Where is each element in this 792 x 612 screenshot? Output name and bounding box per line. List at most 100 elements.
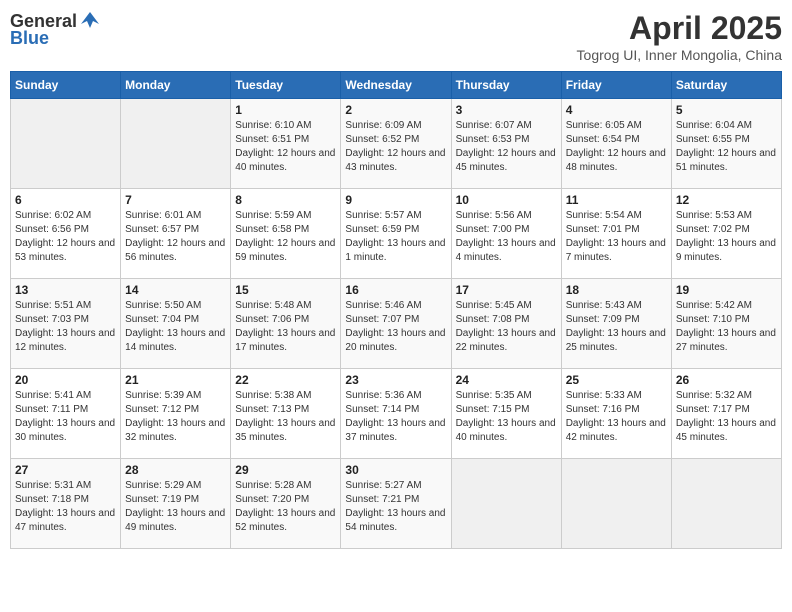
day-info: Sunrise: 5:46 AMSunset: 7:07 PMDaylight:… <box>345 299 446 355</box>
logo-bird-icon <box>79 10 101 32</box>
day-number: 29 <box>235 463 336 477</box>
day-number: 4 <box>566 103 667 117</box>
day-info: Sunrise: 6:02 AMSunset: 6:56 PMDaylight:… <box>15 209 116 265</box>
table-row: 16 Sunrise: 5:46 AMSunset: 7:07 PMDayligh… <box>341 279 451 369</box>
table-row: 12 Sunrise: 5:53 AMSunset: 7:02 PMDayligh… <box>671 189 781 279</box>
table-row: 28 Sunrise: 5:29 AMSunset: 7:19 PMDayligh… <box>121 459 231 549</box>
day-number: 3 <box>456 103 557 117</box>
day-number: 21 <box>125 373 226 387</box>
day-info: Sunrise: 6:07 AMSunset: 6:53 PMDaylight:… <box>456 119 557 175</box>
col-friday: Friday <box>561 72 671 99</box>
day-info: Sunrise: 5:54 AMSunset: 7:01 PMDaylight:… <box>566 209 667 265</box>
calendar-week-row: 13 Sunrise: 5:51 AMSunset: 7:03 PMDayligh… <box>11 279 782 369</box>
table-row: 13 Sunrise: 5:51 AMSunset: 7:03 PMDayligh… <box>11 279 121 369</box>
table-row: 26 Sunrise: 5:32 AMSunset: 7:17 PMDayligh… <box>671 369 781 459</box>
table-row: 24 Sunrise: 5:35 AMSunset: 7:15 PMDayligh… <box>451 369 561 459</box>
day-info: Sunrise: 5:43 AMSunset: 7:09 PMDaylight:… <box>566 299 667 355</box>
day-number: 20 <box>15 373 116 387</box>
day-info: Sunrise: 5:31 AMSunset: 7:18 PMDaylight:… <box>15 479 116 535</box>
table-row: 23 Sunrise: 5:36 AMSunset: 7:14 PMDayligh… <box>341 369 451 459</box>
table-row <box>121 99 231 189</box>
day-info: Sunrise: 5:57 AMSunset: 6:59 PMDaylight:… <box>345 209 446 265</box>
day-number: 18 <box>566 283 667 297</box>
table-row <box>451 459 561 549</box>
day-info: Sunrise: 5:27 AMSunset: 7:21 PMDaylight:… <box>345 479 446 535</box>
day-number: 11 <box>566 193 667 207</box>
col-saturday: Saturday <box>671 72 781 99</box>
table-row <box>561 459 671 549</box>
calendar-week-row: 20 Sunrise: 5:41 AMSunset: 7:11 PMDayligh… <box>11 369 782 459</box>
day-info: Sunrise: 5:50 AMSunset: 7:04 PMDaylight:… <box>125 299 226 355</box>
col-monday: Monday <box>121 72 231 99</box>
day-number: 26 <box>676 373 777 387</box>
logo-blue-text: Blue <box>10 28 49 49</box>
table-row: 4 Sunrise: 6:05 AMSunset: 6:54 PMDaylight… <box>561 99 671 189</box>
day-info: Sunrise: 5:32 AMSunset: 7:17 PMDaylight:… <box>676 389 777 445</box>
day-number: 14 <box>125 283 226 297</box>
table-row: 9Sunrise: 5:57 AMSunset: 6:59 PMDaylight… <box>341 189 451 279</box>
day-number: 23 <box>345 373 446 387</box>
day-number: 19 <box>676 283 777 297</box>
day-number: 30 <box>345 463 446 477</box>
calendar-header-row: Sunday Monday Tuesday Wednesday Thursday… <box>11 72 782 99</box>
logo: General Blue <box>10 10 101 49</box>
day-info: Sunrise: 6:09 AMSunset: 6:52 PMDaylight:… <box>345 119 446 175</box>
page-header: General Blue April 2025 Togrog UI, Inner… <box>10 10 782 63</box>
table-row <box>671 459 781 549</box>
table-row: 14 Sunrise: 5:50 AMSunset: 7:04 PMDayligh… <box>121 279 231 369</box>
day-number: 10 <box>456 193 557 207</box>
day-number: 24 <box>456 373 557 387</box>
table-row: 2 Sunrise: 6:09 AMSunset: 6:52 PMDaylight… <box>341 99 451 189</box>
table-row <box>11 99 121 189</box>
col-wednesday: Wednesday <box>341 72 451 99</box>
table-row: 10Sunrise: 5:56 AMSunset: 7:00 PMDayligh… <box>451 189 561 279</box>
day-info: Sunrise: 5:38 AMSunset: 7:13 PMDaylight:… <box>235 389 336 445</box>
calendar-week-row: 1 Sunrise: 6:10 AMSunset: 6:51 PMDaylight… <box>11 99 782 189</box>
table-row: 21Sunrise: 5:39 AMSunset: 7:12 PMDayligh… <box>121 369 231 459</box>
table-row: 11 Sunrise: 5:54 AMSunset: 7:01 PMDayligh… <box>561 189 671 279</box>
table-row: 7 Sunrise: 6:01 AMSunset: 6:57 PMDaylight… <box>121 189 231 279</box>
table-row: 3 Sunrise: 6:07 AMSunset: 6:53 PMDaylight… <box>451 99 561 189</box>
col-thursday: Thursday <box>451 72 561 99</box>
day-number: 16 <box>345 283 446 297</box>
day-number: 25 <box>566 373 667 387</box>
day-info: Sunrise: 5:36 AMSunset: 7:14 PMDaylight:… <box>345 389 446 445</box>
day-info: Sunrise: 5:41 AMSunset: 7:11 PMDaylight:… <box>15 389 116 445</box>
table-row: 1 Sunrise: 6:10 AMSunset: 6:51 PMDaylight… <box>231 99 341 189</box>
day-info: Sunrise: 6:05 AMSunset: 6:54 PMDaylight:… <box>566 119 667 175</box>
day-number: 17 <box>456 283 557 297</box>
table-row: 17 Sunrise: 5:45 AMSunset: 7:08 PMDayligh… <box>451 279 561 369</box>
table-row: 20 Sunrise: 5:41 AMSunset: 7:11 PMDayligh… <box>11 369 121 459</box>
table-row: 5Sunrise: 6:04 AMSunset: 6:55 PMDaylight… <box>671 99 781 189</box>
day-number: 2 <box>345 103 446 117</box>
day-number: 6 <box>15 193 116 207</box>
day-number: 22 <box>235 373 336 387</box>
day-number: 15 <box>235 283 336 297</box>
day-number: 5 <box>676 103 777 117</box>
table-row: 25 Sunrise: 5:33 AMSunset: 7:16 PMDayligh… <box>561 369 671 459</box>
day-info: Sunrise: 6:01 AMSunset: 6:57 PMDaylight:… <box>125 209 226 265</box>
day-info: Sunrise: 5:51 AMSunset: 7:03 PMDaylight:… <box>15 299 116 355</box>
day-number: 12 <box>676 193 777 207</box>
day-info: Sunrise: 5:48 AMSunset: 7:06 PMDaylight:… <box>235 299 336 355</box>
day-number: 28 <box>125 463 226 477</box>
day-number: 27 <box>15 463 116 477</box>
day-info: Sunrise: 5:59 AMSunset: 6:58 PMDaylight:… <box>235 209 336 265</box>
day-info: Sunrise: 5:42 AMSunset: 7:10 PMDaylight:… <box>676 299 777 355</box>
day-number: 1 <box>235 103 336 117</box>
day-info: Sunrise: 5:33 AMSunset: 7:16 PMDaylight:… <box>566 389 667 445</box>
day-number: 13 <box>15 283 116 297</box>
table-row: 29Sunrise: 5:28 AMSunset: 7:20 PMDayligh… <box>231 459 341 549</box>
day-info: Sunrise: 6:10 AMSunset: 6:51 PMDaylight:… <box>235 119 336 175</box>
table-row: 30 Sunrise: 5:27 AMSunset: 7:21 PMDayligh… <box>341 459 451 549</box>
day-info: Sunrise: 5:35 AMSunset: 7:15 PMDaylight:… <box>456 389 557 445</box>
table-row: 22 Sunrise: 5:38 AMSunset: 7:13 PMDayligh… <box>231 369 341 459</box>
calendar-week-row: 27 Sunrise: 5:31 AMSunset: 7:18 PMDayligh… <box>11 459 782 549</box>
day-info: Sunrise: 5:45 AMSunset: 7:08 PMDaylight:… <box>456 299 557 355</box>
day-number: 7 <box>125 193 226 207</box>
table-row: 8Sunrise: 5:59 AMSunset: 6:58 PMDaylight… <box>231 189 341 279</box>
day-info: Sunrise: 5:53 AMSunset: 7:02 PMDaylight:… <box>676 209 777 265</box>
calendar-table: Sunday Monday Tuesday Wednesday Thursday… <box>10 71 782 549</box>
day-info: Sunrise: 5:29 AMSunset: 7:19 PMDaylight:… <box>125 479 226 535</box>
title-area: April 2025 Togrog UI, Inner Mongolia, Ch… <box>577 10 782 63</box>
